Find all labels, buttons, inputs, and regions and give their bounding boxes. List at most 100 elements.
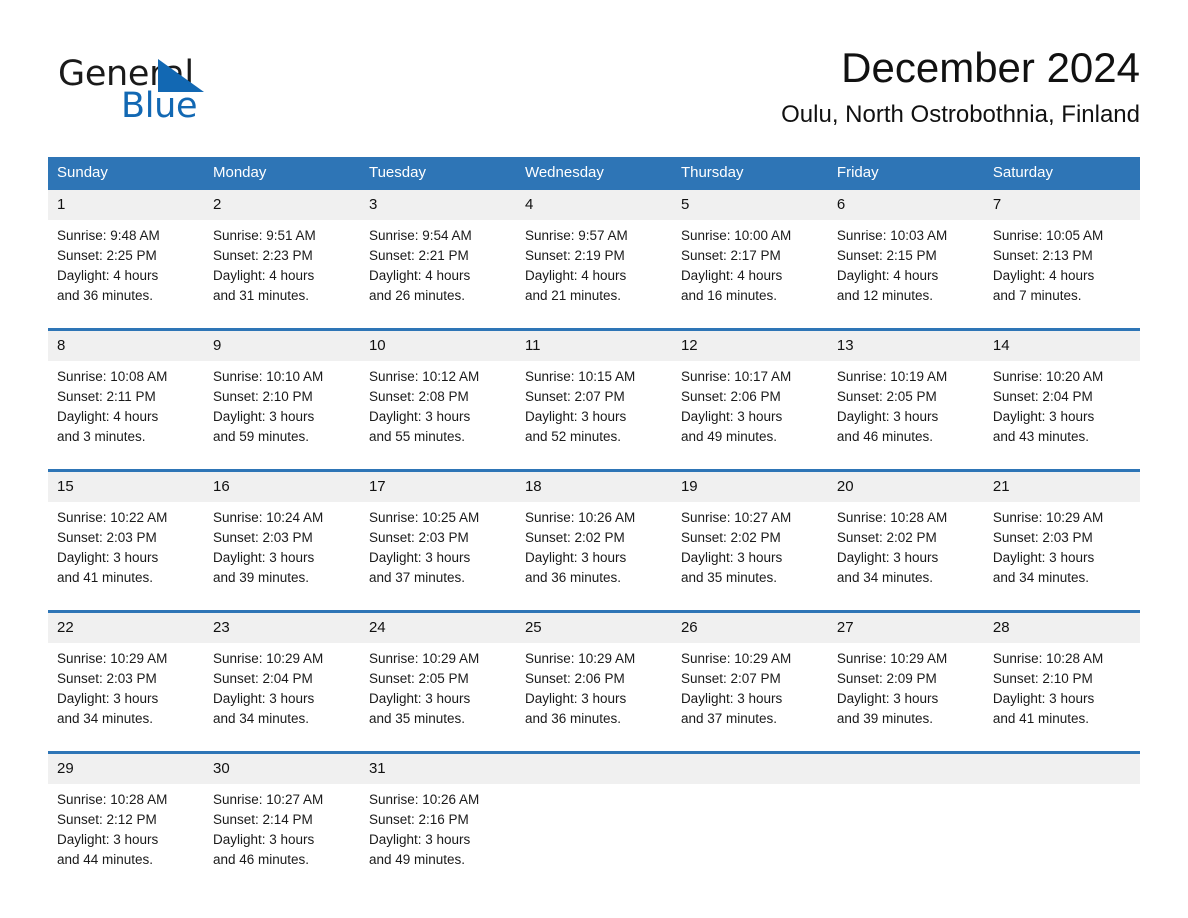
day-cell[interactable]: Sunrise: 10:00 AM Sunset: 2:17 PM Daylig… (671, 220, 828, 330)
daydetail-row: Sunrise: 10:08 AM Sunset: 2:11 PM Daylig… (48, 361, 1140, 471)
daylight-text: Daylight: 4 hours (368, 268, 471, 283)
calendar-table: Sunday Monday Tuesday Wednesday Thursday… (48, 157, 1140, 892)
day-cell[interactable]: Sunrise: 10:08 AM Sunset: 2:11 PM Daylig… (48, 361, 204, 471)
day-cell[interactable]: Sunrise: 10:19 AM Sunset: 2:05 PM Daylig… (827, 361, 984, 471)
day-cell[interactable]: Sunrise: 10:24 AM Sunset: 2:03 PM Daylig… (203, 502, 360, 612)
day-cell[interactable]: Sunrise: 10:29 AM Sunset: 2:09 PM Daylig… (827, 643, 984, 753)
day-cell[interactable]: Sunrise: 10:29 AM Sunset: 2:04 PM Daylig… (203, 643, 360, 753)
day-cell[interactable]: Sunrise: 10:27 AM Sunset: 2:02 PM Daylig… (671, 502, 828, 612)
day-cell[interactable]: Sunrise: 10:29 AM Sunset: 2:03 PM Daylig… (983, 502, 1140, 612)
day-number[interactable]: 25 (515, 610, 672, 643)
sunset-text: Sunset: 2:02 PM (836, 530, 937, 545)
day-cell[interactable]: Sunrise: 10:26 AM Sunset: 2:16 PM Daylig… (359, 784, 516, 892)
sunrise-text: Sunrise: 10:27 AM (680, 510, 792, 525)
sunset-text: Sunset: 2:14 PM (212, 812, 313, 827)
sunset-text: Sunset: 2:03 PM (368, 530, 469, 545)
day-cell[interactable]: Sunrise: 10:28 AM Sunset: 2:10 PM Daylig… (983, 643, 1140, 753)
day-number[interactable]: 7 (983, 190, 1140, 220)
day-number[interactable]: 21 (983, 469, 1140, 502)
day-cell-empty (671, 784, 828, 892)
day-cell[interactable]: Sunrise: 9:48 AM Sunset: 2:25 PM Dayligh… (48, 220, 204, 330)
daylight-text: Daylight: 4 hours (57, 409, 159, 424)
day-number[interactable]: 22 (48, 610, 204, 643)
day-cell[interactable]: Sunrise: 10:25 AM Sunset: 2:03 PM Daylig… (359, 502, 516, 612)
daylight-text: Daylight: 4 hours (212, 268, 315, 283)
day-number[interactable]: 18 (515, 469, 672, 502)
day-number[interactable]: 31 (359, 751, 516, 784)
day-cell[interactable]: Sunrise: 10:29 AM Sunset: 2:06 PM Daylig… (515, 643, 672, 753)
day-cell[interactable]: Sunrise: 10:03 AM Sunset: 2:15 PM Daylig… (827, 220, 984, 330)
sunrise-text: Sunrise: 10:20 AM (992, 369, 1104, 384)
day-number[interactable]: 26 (671, 610, 828, 643)
day-number[interactable]: 8 (48, 328, 204, 361)
day-number[interactable]: 1 (48, 190, 204, 220)
day-cell[interactable]: Sunrise: 9:54 AM Sunset: 2:21 PM Dayligh… (359, 220, 516, 330)
day-number[interactable]: 23 (203, 610, 360, 643)
day-number[interactable]: 24 (359, 610, 516, 643)
sunrise-text: Sunrise: 9:54 AM (368, 228, 472, 243)
daylight-text: Daylight: 3 hours (212, 691, 315, 706)
day-number[interactable]: 9 (203, 328, 360, 361)
day-cell[interactable]: Sunrise: 9:51 AM Sunset: 2:23 PM Dayligh… (203, 220, 360, 330)
day-number[interactable]: 6 (827, 190, 984, 220)
sunrise-text: Sunrise: 9:51 AM (212, 228, 316, 243)
daylight-text: Daylight: 3 hours (368, 832, 471, 847)
sunrise-text: Sunrise: 10:12 AM (368, 369, 480, 384)
day-cell[interactable]: Sunrise: 10:10 AM Sunset: 2:10 PM Daylig… (203, 361, 360, 471)
sunrise-text: Sunrise: 10:08 AM (57, 369, 168, 384)
day-number[interactable]: 5 (671, 190, 828, 220)
day-number[interactable]: 16 (203, 469, 360, 502)
day-cell-empty (515, 784, 672, 892)
sunrise-text: Sunrise: 10:17 AM (680, 369, 792, 384)
calendar-grid: Sunday Monday Tuesday Wednesday Thursday… (48, 157, 1140, 892)
day-number[interactable]: 28 (983, 610, 1140, 643)
day-number[interactable]: 19 (671, 469, 828, 502)
daydetail-row: Sunrise: 10:28 AM Sunset: 2:12 PM Daylig… (48, 784, 1140, 892)
general-blue-logo[interactable]: General Blue (58, 54, 318, 132)
day-cell[interactable]: Sunrise: 10:05 AM Sunset: 2:13 PM Daylig… (983, 220, 1140, 330)
sunset-text: Sunset: 2:19 PM (524, 248, 625, 263)
sunset-text: Sunset: 2:10 PM (212, 389, 313, 404)
day-cell[interactable]: Sunrise: 10:27 AM Sunset: 2:14 PM Daylig… (203, 784, 360, 892)
day-number[interactable]: 27 (827, 610, 984, 643)
day-cell[interactable]: Sunrise: 9:57 AM Sunset: 2:19 PM Dayligh… (515, 220, 672, 330)
day-cell[interactable]: Sunrise: 10:29 AM Sunset: 2:07 PM Daylig… (671, 643, 828, 753)
day-cell[interactable]: Sunrise: 10:29 AM Sunset: 2:03 PM Daylig… (48, 643, 204, 753)
day-number[interactable]: 2 (203, 190, 360, 220)
sunrise-text: Sunrise: 10:29 AM (212, 651, 324, 666)
sunset-text: Sunset: 2:03 PM (212, 530, 313, 545)
day-number[interactable]: 29 (48, 751, 204, 784)
day-number[interactable]: 10 (359, 328, 516, 361)
day-cell[interactable]: Sunrise: 10:26 AM Sunset: 2:02 PM Daylig… (515, 502, 672, 612)
daylight-text: Daylight: 3 hours (57, 832, 159, 847)
daylight-text: Daylight: 3 hours (368, 409, 471, 424)
daydetail-row: Sunrise: 10:22 AM Sunset: 2:03 PM Daylig… (48, 502, 1140, 612)
weekday-header-friday: Friday (827, 157, 984, 190)
day-cell[interactable]: Sunrise: 10:28 AM Sunset: 2:12 PM Daylig… (48, 784, 204, 892)
day-number[interactable]: 15 (48, 469, 204, 502)
day-number[interactable]: 17 (359, 469, 516, 502)
day-cell[interactable]: Sunrise: 10:22 AM Sunset: 2:03 PM Daylig… (48, 502, 204, 612)
day-number[interactable]: 20 (827, 469, 984, 502)
day-number[interactable]: 3 (359, 190, 516, 220)
day-number[interactable]: 14 (983, 328, 1140, 361)
day-cell[interactable]: Sunrise: 10:28 AM Sunset: 2:02 PM Daylig… (827, 502, 984, 612)
daylight-text-cont: and 34 minutes. (212, 711, 310, 726)
day-number[interactable]: 12 (671, 328, 828, 361)
day-cell[interactable]: Sunrise: 10:29 AM Sunset: 2:05 PM Daylig… (359, 643, 516, 753)
day-cell[interactable]: Sunrise: 10:17 AM Sunset: 2:06 PM Daylig… (671, 361, 828, 471)
daylight-text: Daylight: 4 hours (680, 268, 783, 283)
day-cell[interactable]: Sunrise: 10:20 AM Sunset: 2:04 PM Daylig… (983, 361, 1140, 471)
daylight-text: Daylight: 3 hours (680, 409, 783, 424)
sunrise-text: Sunrise: 10:25 AM (368, 510, 480, 525)
sunrise-text: Sunrise: 10:26 AM (368, 792, 480, 807)
day-number[interactable]: 11 (515, 328, 672, 361)
daylight-text-cont: and 46 minutes. (836, 429, 933, 444)
day-number[interactable]: 30 (203, 751, 360, 784)
daylight-text: Daylight: 3 hours (992, 550, 1095, 565)
day-cell[interactable]: Sunrise: 10:15 AM Sunset: 2:07 PM Daylig… (515, 361, 672, 471)
day-number[interactable]: 4 (515, 190, 672, 220)
day-number[interactable]: 13 (827, 328, 984, 361)
day-cell[interactable]: Sunrise: 10:12 AM Sunset: 2:08 PM Daylig… (359, 361, 516, 471)
sunset-text: Sunset: 2:25 PM (57, 248, 157, 263)
